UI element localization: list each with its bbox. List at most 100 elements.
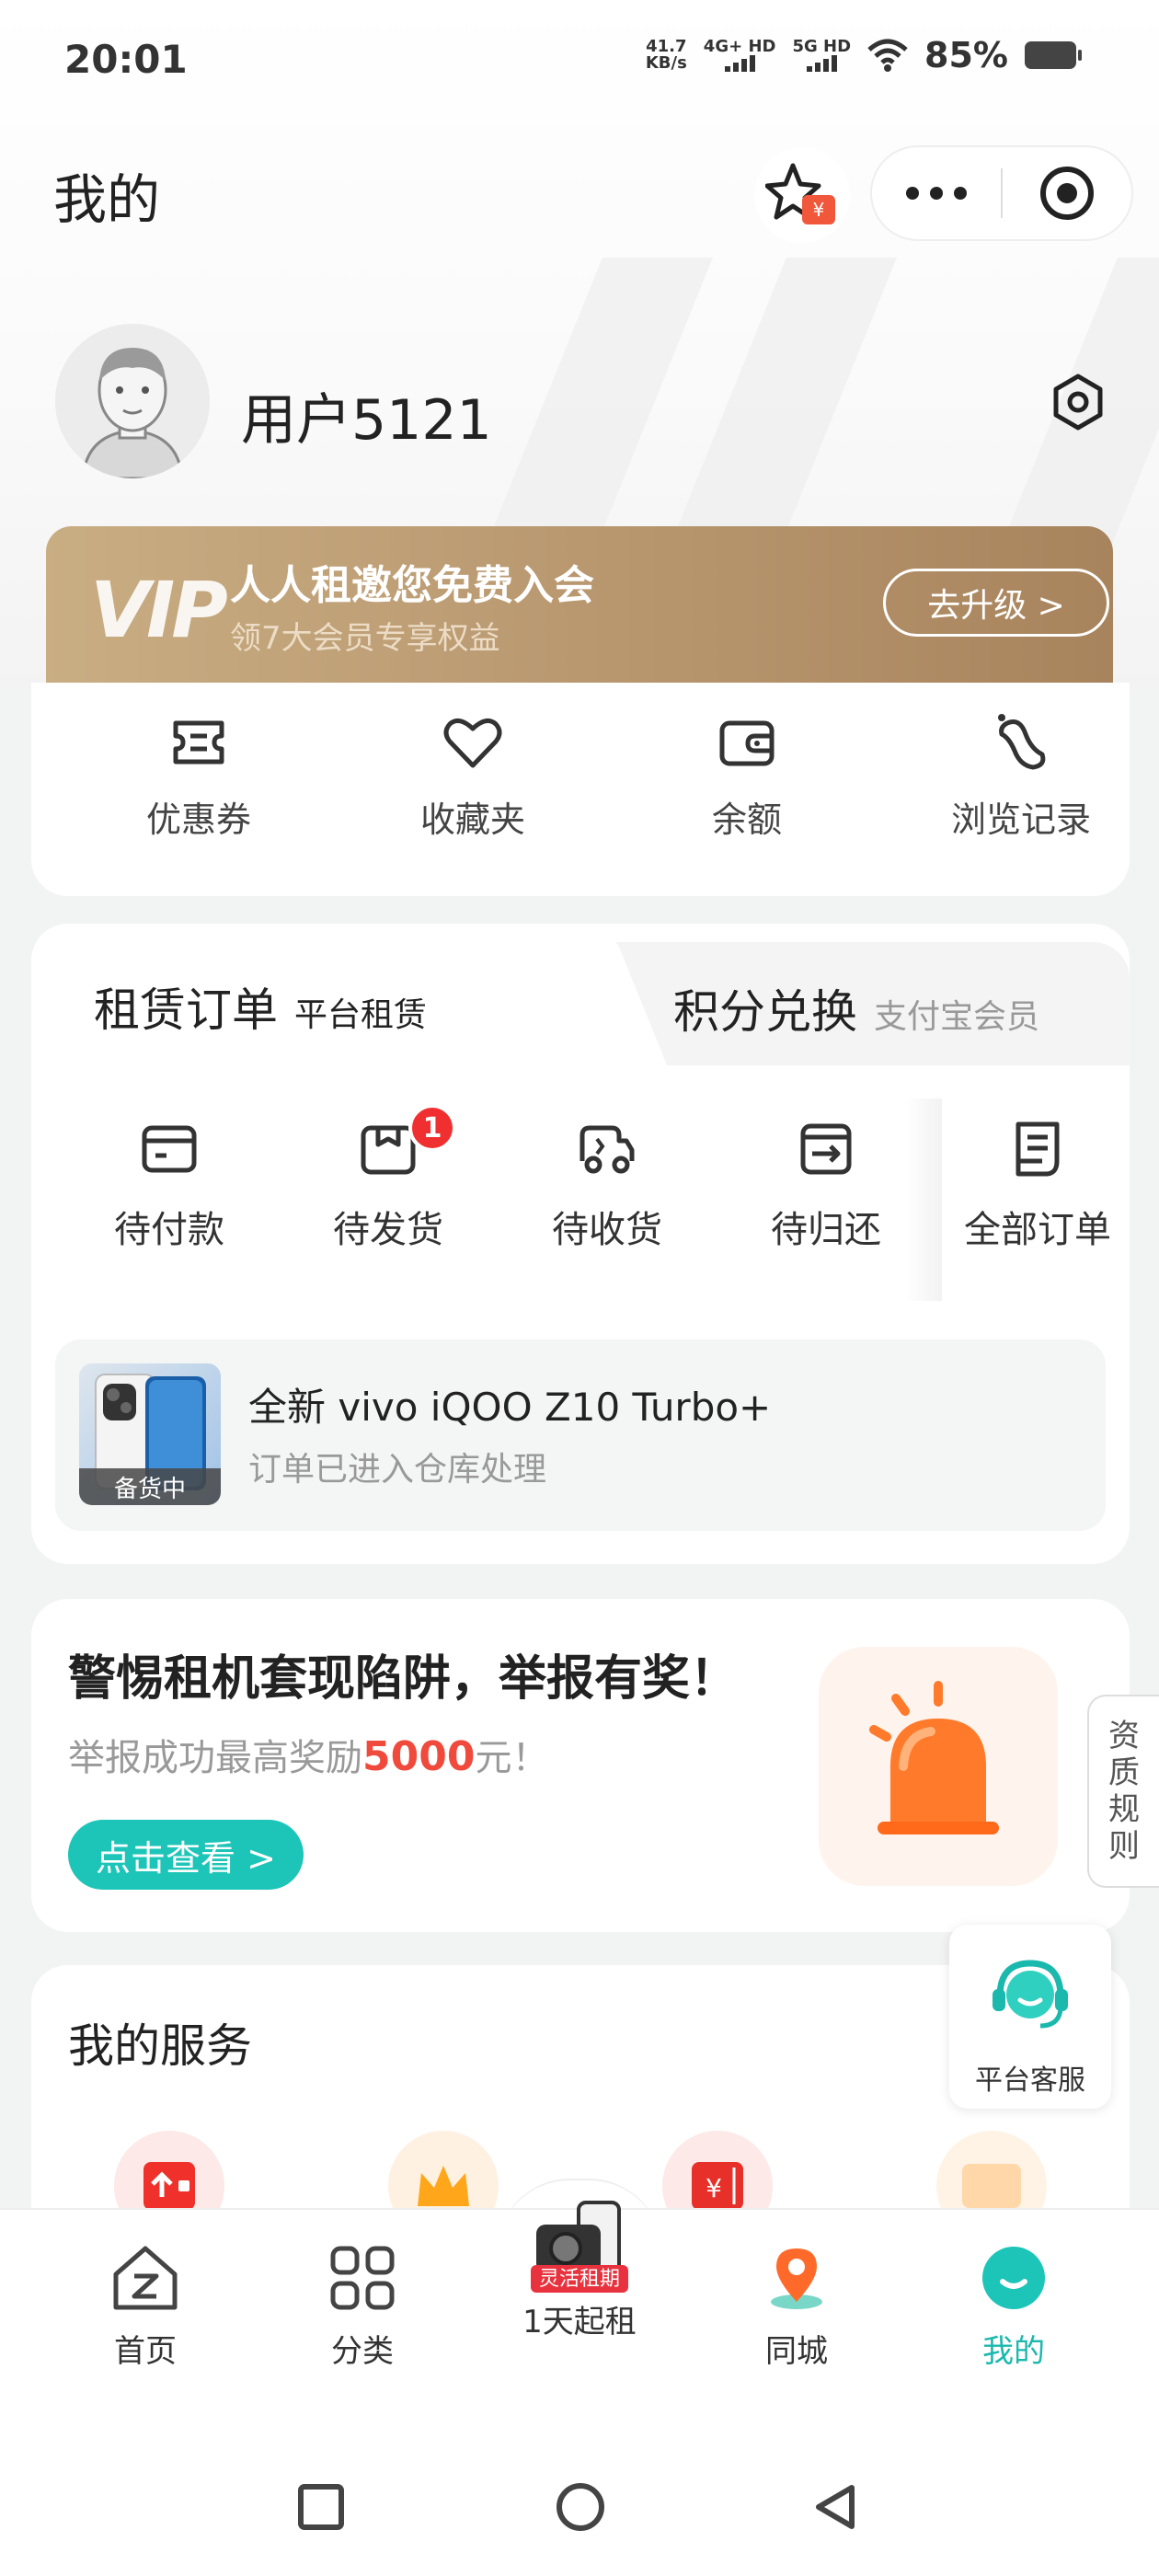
mini-program-capsule [870, 145, 1133, 241]
order-status-pending-receipt[interactable]: 待收货 [506, 1117, 708, 1253]
more-menu-button[interactable] [872, 147, 1001, 239]
star-icon: ¥ [765, 163, 835, 224]
settings-button[interactable] [1049, 373, 1107, 435]
tab-label: 积分兑换 [673, 985, 857, 1039]
recent-apps-button[interactable] [296, 2482, 346, 2532]
order-status-label: 待发货 [333, 1209, 443, 1251]
home-icon [113, 2246, 178, 2310]
tab-label: 我的 [982, 2333, 1045, 2370]
close-target-button[interactable] [1003, 164, 1131, 223]
fraud-warning-card[interactable]: 警惕租机套现陷阱，举报有奖！ 举报成功最高奖励5000元！ 点击查看 > [31, 1599, 1130, 1932]
product-status-tag: 备货中 [79, 1468, 221, 1505]
quick-link-favorites[interactable]: 收藏夹 [362, 710, 583, 842]
order-status-label: 待归还 [771, 1209, 881, 1251]
username[interactable]: 用户5121 [241, 375, 492, 455]
quick-links-card: 优惠券 收藏夹 余额 浏览记录 [31, 683, 1130, 896]
page: 20:01 41.7 KB/s 4G+ HD 5G HD 85% 我的 ¥ 用户… [0, 0, 1159, 2576]
vip-logo: VIP [90, 565, 228, 655]
favorite-star-button[interactable]: ¥ [754, 147, 850, 243]
qualification-rules-tab[interactable]: 资 质 规 则 [1087, 1695, 1159, 1888]
battery-icon [1025, 41, 1082, 69]
system-navigation-bar [0, 2392, 1159, 2576]
services-title: 我的服务 [68, 2019, 252, 2073]
star-badge-text: ¥ [813, 199, 825, 221]
quick-link-label: 余额 [711, 799, 782, 840]
tab-home[interactable]: 首页 [53, 2241, 237, 2371]
order-status-pending-payment[interactable]: 待付款 [68, 1117, 270, 1253]
quick-link-balance[interactable]: 余额 [637, 710, 857, 842]
customer-service-button[interactable]: 平台客服 [949, 1925, 1111, 2109]
all-orders-button[interactable]: 全部订单 [946, 1117, 1130, 1253]
avatar[interactable] [55, 324, 210, 478]
wallet-icon [719, 720, 775, 766]
default-avatar-icon [55, 324, 210, 478]
flexible-term-badge: 灵活租期 [539, 2268, 620, 2291]
signal-bars-icon [704, 55, 776, 72]
headset-icon [993, 1960, 1068, 2029]
tab-label: 分类 [331, 2333, 394, 2370]
quick-link-history[interactable]: 浏览记录 [911, 710, 1131, 842]
quick-link-label: 浏览记录 [950, 799, 1091, 840]
home-button[interactable] [554, 2480, 607, 2534]
order-count-badge: 1 [408, 1104, 456, 1152]
signal-bars-icon [792, 55, 851, 72]
product-order-status: 订单已进入仓库处理 [248, 1451, 547, 1489]
view-details-button[interactable]: 点击查看 > [68, 1820, 304, 1890]
tab-daily-rental[interactable]: 灵活租期 1天起租 [488, 2201, 671, 2341]
product-name: 全新 vivo iQOO Z10 Turbo+ [248, 1385, 772, 1430]
dot-icon [930, 187, 943, 200]
truck-icon [580, 1125, 635, 1174]
quick-link-label: 优惠券 [145, 799, 251, 840]
tab-category[interactable]: 分类 [270, 2241, 454, 2371]
vip-upgrade-button[interactable]: 去升级 > [883, 569, 1109, 637]
tab-label: 同城 [765, 2333, 828, 2370]
settings-gear-icon [1053, 374, 1103, 431]
warning-title: 警惕租机套现陷阱，举报有奖！ [68, 1651, 739, 1707]
tab-sublabel: 平台租赁 [294, 996, 428, 1034]
wifi-icon [867, 39, 908, 72]
vip-banner[interactable]: VIP 人人租邀您免费入会 领7大会员专享权益 去升级 > [46, 526, 1113, 701]
sim2-signal: 5G HD [792, 39, 851, 72]
return-icon [800, 1123, 852, 1175]
back-button[interactable] [811, 2482, 861, 2532]
orders-card: 积分兑换 支付宝会员 租赁订单 平台租赁 待付款 1 待发货 待收货 待归还 全… [31, 924, 1130, 1564]
vip-title: 人人租邀您免费入会 [230, 562, 594, 609]
net-speed: 41.7 KB/s [645, 37, 687, 73]
profile-icon [982, 2247, 1045, 2309]
customer-service-label: 平台客服 [975, 2064, 1085, 2097]
bottom-tab-bar: 首页 分类 灵活租期 1天起租 同城 我的 [0, 2201, 1159, 2392]
camera-phone-icon: 灵活租期 [531, 2201, 628, 2293]
tab-local[interactable]: 同城 [705, 2241, 889, 2371]
alarm-illustration [819, 1647, 1058, 1886]
coupon-icon [173, 720, 224, 765]
dot-icon [906, 187, 919, 200]
card-icon [142, 1125, 197, 1173]
quick-link-coupon[interactable]: 优惠券 [88, 710, 309, 842]
location-icon [771, 2248, 822, 2309]
status-icons: 41.7 KB/s 4G+ HD 5G HD 85% [645, 35, 1082, 75]
order-status-pending-shipment[interactable]: 1 待发货 [287, 1104, 489, 1253]
order-status-label: 全部订单 [964, 1209, 1111, 1251]
page-title: 我的 [53, 168, 161, 231]
heart-icon [443, 718, 502, 768]
tab-label: 租赁订单 [94, 983, 278, 1037]
tab-mine[interactable]: 我的 [922, 2241, 1106, 2371]
reward-amount: 5000 [362, 1733, 476, 1780]
list-icon [1016, 1121, 1060, 1177]
tab-label: 首页 [114, 2333, 177, 2370]
footprint-icon [998, 714, 1046, 770]
warning-desc: 举报成功最高奖励5000元！ [68, 1733, 549, 1780]
battery-percent: 85% [924, 35, 1008, 75]
status-time: 20:01 [64, 37, 188, 82]
quick-link-label: 收藏夹 [419, 799, 525, 840]
sim1-signal: 4G+ HD [704, 39, 776, 72]
siren-icon [869, 1681, 999, 1834]
scroll-shadow [905, 1098, 942, 1301]
order-status-label: 待付款 [114, 1209, 224, 1251]
latest-order-item[interactable]: 备货中 全新 vivo iQOO Z10 Turbo+ 订单已进入仓库处理 [55, 1340, 1106, 1531]
order-status-pending-return[interactable]: 待归还 [725, 1117, 927, 1253]
dot-icon [954, 187, 967, 200]
target-icon [1040, 167, 1094, 220]
order-status-label: 待收货 [552, 1209, 662, 1251]
tab-rental-orders[interactable]: 租赁订单 平台租赁 [31, 924, 602, 1065]
